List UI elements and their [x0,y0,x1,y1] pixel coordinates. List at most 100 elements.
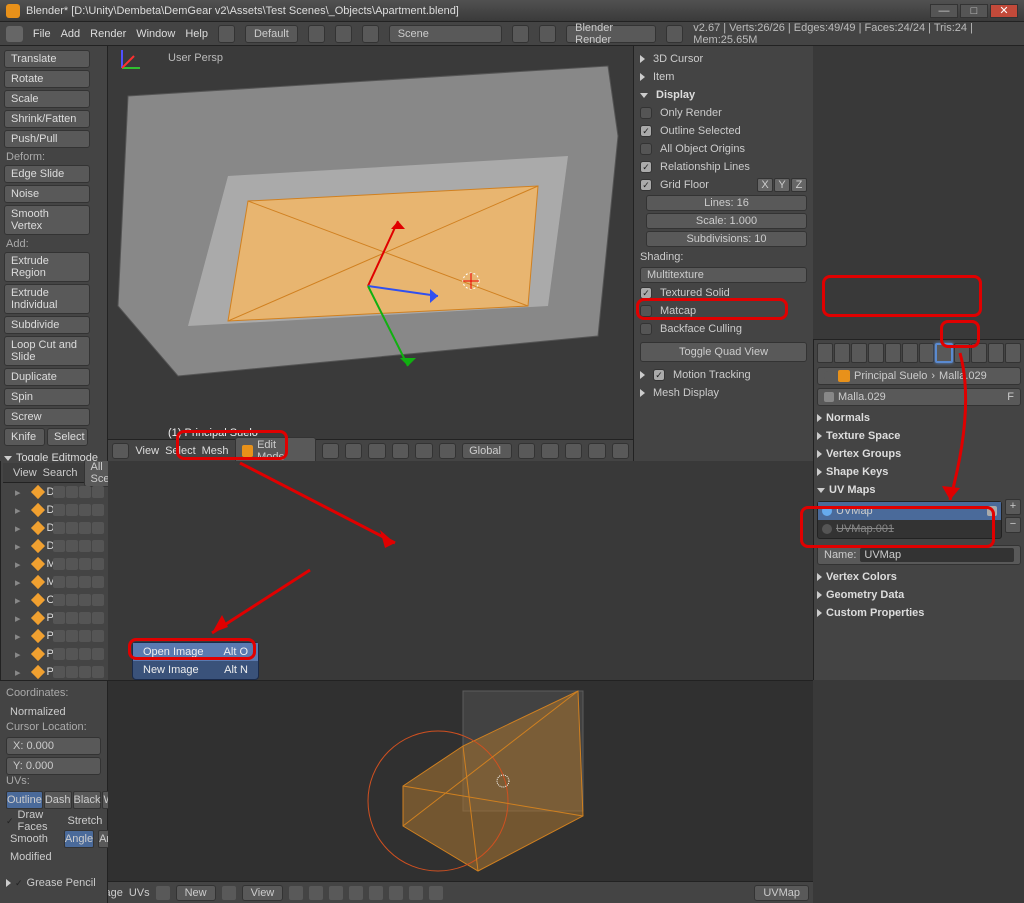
tab-world[interactable] [868,343,884,363]
layout-del-icon[interactable] [335,25,352,43]
viewport-type-icon[interactable] [112,443,129,459]
uvmap-add-btn[interactable]: + [1005,499,1021,515]
tab-material[interactable] [954,343,970,363]
outliner-item[interactable]: ▸Pared Remate Sup [3,627,106,645]
limit-visible-icon[interactable] [541,443,558,459]
outliner-item[interactable]: ▸Dormitorio Cama [3,483,106,501]
sect-geodata[interactable]: Geometry Data [826,589,904,601]
scene-browse-icon[interactable] [362,25,379,43]
blender-icon[interactable] [666,25,683,43]
uvmap-dd[interactable]: UVMap [754,885,809,901]
menu-window[interactable]: Window [136,28,175,40]
render-engine-dd[interactable]: Blender Render [566,25,656,43]
outliner-item[interactable]: ▸Objetos Metal [3,591,106,609]
lines-field[interactable]: Lines: 16 [646,195,807,211]
tab-texture[interactable] [971,343,987,363]
uvmap-name-input[interactable]: UVMap [860,548,1014,562]
orientation-dd[interactable]: Global [462,443,512,459]
outliner-item[interactable]: ▸Marcos [3,573,106,591]
edge-sel-icon[interactable] [349,886,363,900]
uv-menu-image[interactable]: Image [108,887,123,899]
cb-all-origins[interactable] [640,143,652,155]
outliner-item[interactable]: ▸Dormitorio Suelo [3,537,106,555]
pivot-icon[interactable] [345,443,362,459]
cb-draw-faces[interactable]: ✓ [6,816,14,826]
uv-y-field[interactable]: Y: 0.000 [6,757,101,775]
tool-scale[interactable]: Scale [4,90,90,108]
manip-scale-icon[interactable] [439,443,456,459]
tool-rotate[interactable]: Rotate [4,70,90,88]
layout-add-icon[interactable] [308,25,325,43]
menu-open-image[interactable]: Open ImageAlt O [133,643,258,661]
cb-only-render[interactable] [640,107,652,119]
scene-add-icon[interactable] [512,25,529,43]
manip-rot-icon[interactable] [415,443,432,459]
tool-loop-cut[interactable]: Loop Cut and Slide [4,336,90,366]
mode-dropdown[interactable]: Edit Mode [235,437,316,462]
tool-subdivide[interactable]: Subdivide [4,316,90,334]
uvmap-item-2[interactable]: UVMap.001 [818,520,1001,538]
seg-dash[interactable]: Dash [44,791,72,809]
sect-texspace[interactable]: Texture Space [826,430,900,442]
editor-type-icon[interactable] [6,26,23,42]
tool-shrink-fatten[interactable]: Shrink/Fatten [4,110,90,128]
cb-backface[interactable] [640,323,652,335]
tab-object-data[interactable] [935,343,953,363]
cb-textured-solid[interactable]: ✓ [640,287,652,299]
island-sel-icon[interactable] [389,886,403,900]
toggle-editmode-section[interactable]: Toggle Editmode [4,452,103,461]
sect-customprops[interactable]: Custom Properties [826,607,924,619]
tool-extrude-region[interactable]: Extrude Region [4,252,90,282]
axis-z-btn[interactable]: Z [791,178,807,192]
tab-constraints[interactable] [902,343,918,363]
outliner-search[interactable]: Search [43,467,78,479]
vp-menu-mesh[interactable]: Mesh [202,445,229,457]
scene-del-icon[interactable] [539,25,556,43]
menu-new-image[interactable]: New ImageAlt N [133,661,258,679]
pin-icon[interactable] [824,371,834,381]
sect-item[interactable]: Item [653,71,674,83]
cb-outline-selected[interactable]: ✓ [640,125,652,137]
uv-editor[interactable]: View Select Image UVs New View UVMap [108,680,813,903]
image-browse-icon[interactable] [156,886,170,900]
snap-icon-uv[interactable] [409,886,423,900]
tool-edge-slide[interactable]: Edge Slide [4,165,90,183]
tool-noise[interactable]: Noise [4,185,90,203]
face-sel-icon[interactable] [369,886,383,900]
manipulator-icon[interactable] [368,443,385,459]
tab-physics[interactable] [1005,343,1021,363]
tool-duplicate[interactable]: Duplicate [4,368,90,386]
sect-3dcursor[interactable]: 3D Cursor [653,53,703,65]
menu-render[interactable]: Render [90,28,126,40]
pivot-icon-uv[interactable] [289,886,303,900]
tool-smooth-vertex[interactable]: Smooth Vertex [4,205,90,235]
outliner-item[interactable]: ▸Madera [3,555,106,573]
seg-black[interactable]: Black [73,791,102,809]
tool-push-pull[interactable]: Push/Pull [4,130,90,148]
layout-browse-icon[interactable] [218,25,235,43]
pin-icon[interactable] [222,886,236,900]
sect-vcolors[interactable]: Vertex Colors [826,571,897,583]
tool-knife[interactable]: Knife [4,428,45,446]
tab-render[interactable] [817,343,833,363]
tab-layers[interactable] [834,343,850,363]
sync-icon[interactable] [309,886,323,900]
cb-motion[interactable]: ✓ [653,369,665,381]
outliner-view[interactable]: View [13,467,37,479]
outliner-item[interactable]: ▸Dormitorio Pared [3,519,106,537]
vert-sel-icon[interactable] [329,886,343,900]
camera-icon[interactable] [987,506,997,516]
proportional-icon[interactable] [565,443,582,459]
toggle-quad-btn[interactable]: Toggle Quad View [640,342,807,362]
snap-icon[interactable] [588,443,605,459]
tool-translate[interactable]: Translate [4,50,90,68]
sect-uvmaps[interactable]: UV Maps [829,484,875,496]
cb-grease[interactable]: ✓ [15,878,23,888]
layers-icon[interactable] [518,443,535,459]
outliner-item[interactable]: ▸Dormitorio Colchon [3,501,106,519]
maximize-button[interactable]: □ [960,4,988,18]
menu-help[interactable]: Help [185,28,208,40]
uvmap-remove-btn[interactable]: − [1005,517,1021,533]
tool-select[interactable]: Select [47,428,88,446]
axis-x-btn[interactable]: X [757,178,773,192]
